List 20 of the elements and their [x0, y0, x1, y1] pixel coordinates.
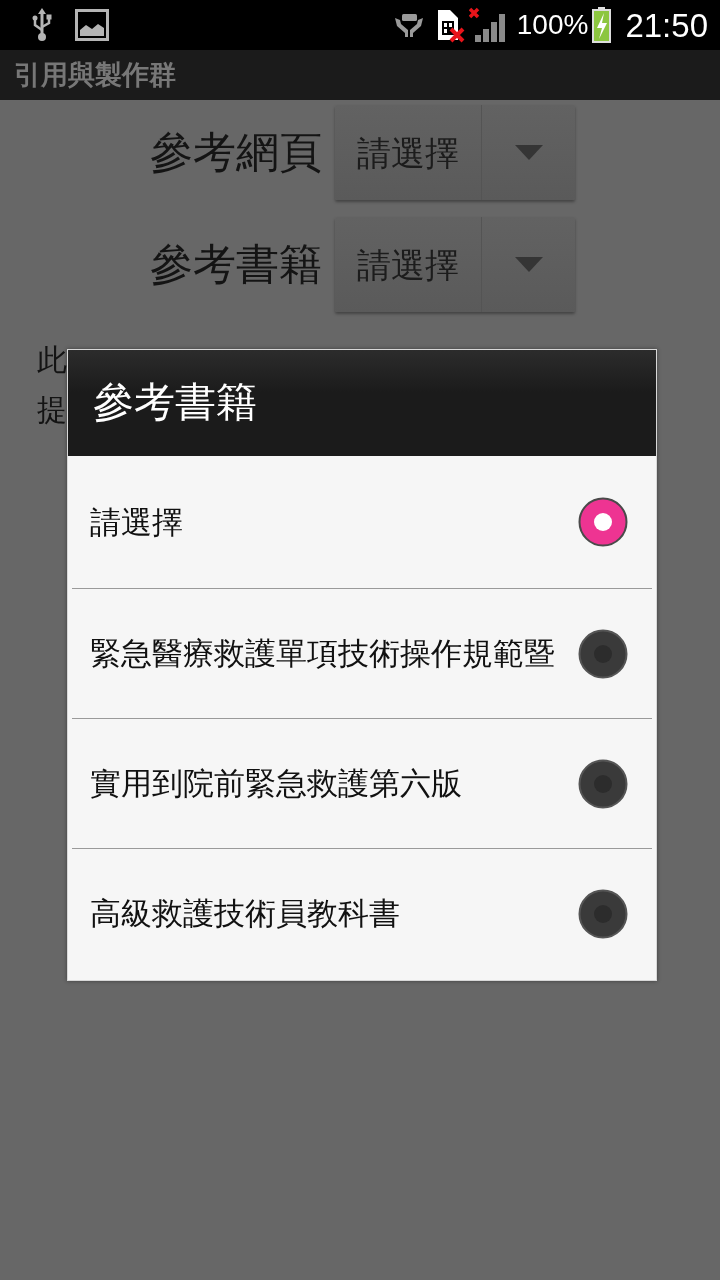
battery-percent: 100%	[516, 11, 589, 39]
option-item[interactable]: 高級救護技術員教科書	[72, 848, 652, 978]
dialog-title: 參考書籍	[93, 380, 257, 426]
description-text: 此	[37, 341, 67, 379]
sim-card-icon	[436, 7, 465, 43]
field-label: 參考書籍	[149, 243, 322, 286]
option-item[interactable]: 緊急醫療救護單項技術操作規範暨	[72, 588, 652, 718]
option-item[interactable]: 實用到院前緊急救護第六版	[72, 718, 652, 848]
caret-down-icon	[514, 257, 543, 272]
clock-time: 21:50	[625, 8, 708, 42]
app-title: 引用與製作群	[14, 60, 176, 90]
option-item[interactable]: 請選擇	[72, 456, 652, 588]
signal-icon	[468, 7, 507, 43]
image-icon	[75, 9, 109, 41]
description-text: 提	[37, 391, 67, 429]
field-label: 參考網頁	[149, 131, 322, 174]
hands-icon	[393, 12, 424, 38]
usb-icon	[32, 8, 52, 42]
caret-down-icon	[514, 145, 543, 160]
battery-charging-icon	[592, 7, 612, 43]
